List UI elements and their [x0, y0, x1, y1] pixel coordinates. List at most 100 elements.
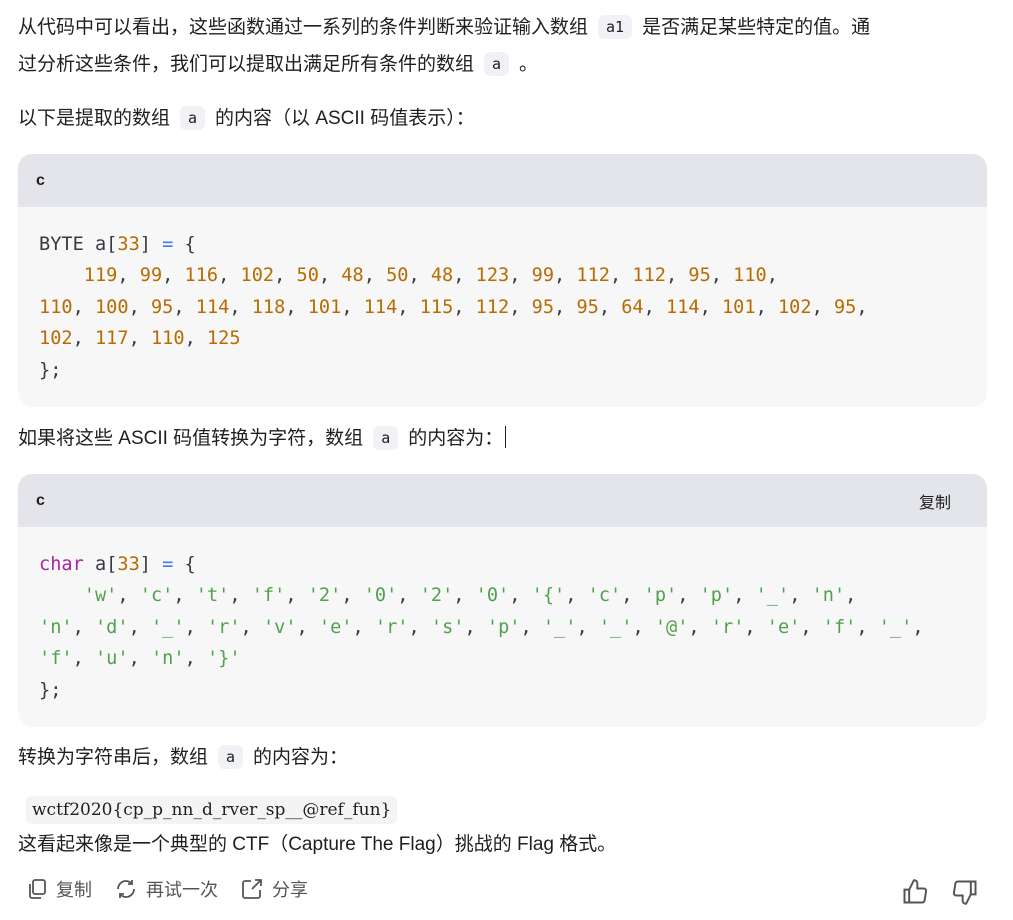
- code-separator-token: ,: [856, 296, 868, 318]
- code-separator-token: ,: [665, 265, 689, 287]
- code-value-token: 114: [666, 296, 700, 318]
- code-value-token: 64: [621, 296, 644, 318]
- code-separator-token: ,: [72, 648, 95, 670]
- code-separator-token: ,: [173, 585, 196, 607]
- code-value-token: 's': [430, 616, 465, 638]
- code-separator-token: ,: [72, 296, 95, 318]
- code-bracket-token: ]: [139, 554, 163, 575]
- code-value-token: 110: [150, 328, 185, 350]
- intro-line-1: 从代码中可以看出，这些函数通过一系列的条件判断来验证输入数组 a1 是否满足某些特定…: [18, 15, 871, 39]
- code-value-token: '_': [878, 616, 913, 638]
- code-value-token: 110: [733, 265, 767, 287]
- code-value-token: 95: [576, 296, 599, 318]
- code-separator-token: ,: [285, 296, 308, 318]
- code-separator-token: ,: [710, 265, 734, 287]
- inline-code-a: a: [484, 52, 510, 76]
- code-value-token: 'u': [94, 648, 129, 670]
- code-value-token: 'e': [318, 616, 353, 638]
- code-value-token: '0': [475, 585, 510, 607]
- code-separator-token: ,: [285, 585, 308, 607]
- code-separator-token: ,: [554, 296, 577, 318]
- code-value-token: 118: [251, 296, 286, 318]
- intro-line-2: 过分析这些条件，我们可以提取出满足所有条件的数组 a。: [18, 52, 539, 76]
- code-separator-token: ,: [755, 296, 778, 318]
- code-value-token: 'p': [643, 585, 678, 607]
- copy-button[interactable]: 复制: [26, 876, 92, 902]
- code-value-token: 'c': [139, 585, 174, 607]
- share-button[interactable]: 分享: [240, 876, 308, 902]
- code-bracket-token: ]: [139, 234, 163, 255]
- retry-button[interactable]: 再试一次: [114, 876, 218, 902]
- flag-inline-code: wctf2020{cp_p_nn_d_rver_sp__@ref_fun}: [26, 796, 398, 824]
- code-separator-token: ,: [318, 265, 342, 287]
- code-separator-token: ,: [811, 296, 834, 318]
- code-separator-token: ,: [688, 616, 711, 638]
- code-operator-token: =: [162, 554, 174, 575]
- copy-icon: [29, 879, 46, 899]
- code-value-token: 112: [475, 296, 510, 318]
- code-value-token: '{': [531, 585, 566, 607]
- code-identifier-token: a: [83, 554, 107, 575]
- code-separator-token: ,: [162, 265, 185, 287]
- copy-code-button[interactable]: 复制: [919, 489, 951, 513]
- code-separator-token: ,: [117, 585, 140, 607]
- code-value-token: 100: [94, 296, 129, 318]
- code-value-token: 95: [688, 265, 711, 287]
- code-separator-token: ,: [397, 585, 420, 607]
- inline-code-a: a: [180, 106, 206, 130]
- inline-code-a1: a1: [598, 15, 633, 39]
- code-separator-token: ,: [621, 585, 644, 607]
- code-separator-token: ,: [912, 616, 924, 638]
- inline-code-a: a: [373, 426, 399, 450]
- code-separator-token: ,: [453, 296, 476, 318]
- code-content: char a[33] = { 'w', 'c', 't', 'f', '2', …: [18, 527, 987, 727]
- intro-paragraph: 从代码中可以看出，这些函数通过一系列的条件判断来验证输入数组 a1 是否满足某些特定…: [18, 9, 870, 83]
- thumbs-down-icon[interactable]: [951, 878, 979, 906]
- code-operator-token: =: [162, 234, 174, 255]
- code-language-label: c: [36, 491, 45, 509]
- code-value-token: 'p': [486, 616, 521, 638]
- code-block-header: c 复制: [18, 474, 987, 527]
- code-value-token: 95: [150, 296, 174, 318]
- code-value-token: 't': [195, 585, 230, 607]
- code-separator-token: ,: [341, 296, 364, 318]
- code-separator-token: ,: [117, 265, 140, 287]
- code-value-token: 99: [139, 265, 163, 287]
- code-separator-token: ,: [240, 616, 263, 638]
- code-separator-token: ,: [408, 265, 431, 287]
- code-separator-token: ,: [453, 265, 476, 287]
- code-separator-token: ,: [789, 585, 812, 607]
- code-separator-token: ,: [72, 328, 95, 350]
- code-separator-token: ,: [509, 296, 532, 318]
- share-icon: [242, 879, 262, 899]
- code-separator-token: ,: [128, 648, 151, 670]
- feedback-buttons: [901, 878, 979, 906]
- code-size-token: 33: [117, 554, 140, 575]
- message-actions: 复制 再试一次 分享: [26, 876, 330, 902]
- code-separator-token: ,: [408, 616, 431, 638]
- code-block-header: c: [18, 154, 987, 207]
- code-value-token: 101: [307, 296, 342, 318]
- code-type-token: char: [39, 554, 84, 575]
- code-separator-token: ,: [677, 585, 700, 607]
- code-separator-token: ,: [554, 265, 577, 287]
- code-value-token: '_': [598, 616, 633, 638]
- code-separator-token: ,: [464, 616, 487, 638]
- para-ctf-note: 这看起来像是一个典型的 CTF（Capture The Flag）挑战的 Fla…: [18, 834, 617, 855]
- code-value-token: 117: [94, 328, 129, 350]
- code-brace-token: };: [39, 359, 62, 381]
- thumbs-up-icon[interactable]: [901, 878, 929, 906]
- code-value-token: '_': [150, 616, 185, 638]
- code-separator-token: ,: [576, 616, 599, 638]
- code-size-token: 33: [117, 234, 140, 255]
- code-value-token: '_': [542, 616, 577, 638]
- code-separator-token: ,: [509, 585, 532, 607]
- code-bracket-token: [: [106, 234, 118, 255]
- code-separator-token: ,: [632, 616, 655, 638]
- code-value-token: 'c': [587, 585, 622, 607]
- code-separator-token: ,: [733, 585, 756, 607]
- code-value-token: 110: [39, 296, 73, 318]
- code-separator-token: ,: [598, 296, 622, 318]
- code-value-token: 123: [475, 265, 510, 287]
- code-value-token: '2': [307, 585, 342, 607]
